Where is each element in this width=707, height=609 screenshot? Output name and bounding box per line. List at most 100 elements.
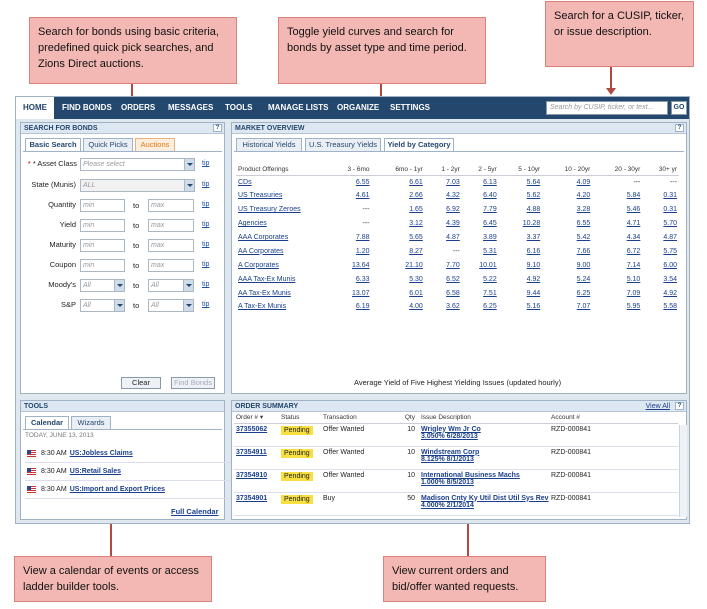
yield-link[interactable]: 6.55 [328,175,372,189]
yield-link[interactable]: 5.65 [372,231,425,245]
yield-link[interactable]: 4.87 [425,231,462,245]
yield-link[interactable]: 4.20 [542,189,592,203]
yield-max-input[interactable]: max [148,219,194,232]
yield-link[interactable]: 3.12 [372,217,425,231]
tip-link[interactable]: tip [202,301,209,308]
order-number-link[interactable]: 37354901 [236,495,267,502]
tip-link[interactable]: tip [202,221,209,228]
yield-link[interactable]: 5.70 [642,217,679,231]
issue-description-link[interactable]: International Business Machs [421,472,520,479]
clear-button[interactable]: Clear [121,377,161,389]
coupon-max-input[interactable]: max [148,259,194,272]
yield-link[interactable]: 13.07 [328,286,372,300]
yield-link[interactable]: 6.01 [372,286,425,300]
yield-link[interactable]: 1.65 [372,203,425,217]
help-icon[interactable]: ? [213,124,222,132]
issue-description-link[interactable]: Windstream Corp [421,449,479,456]
asset-class-select[interactable]: Please select [80,158,195,171]
yield-link[interactable]: 5.75 [642,244,679,258]
event-link[interactable]: US:Jobless Claims [70,450,133,457]
yield-link[interactable]: 7.70 [425,258,462,272]
yield-link[interactable]: 4.09 [542,175,592,189]
yield-link[interactable]: 9.10 [499,258,543,272]
yield-link[interactable]: 5.64 [499,175,543,189]
yield-link[interactable]: 10.01 [462,258,499,272]
yield-link[interactable]: 4.87 [642,231,679,245]
sp-min-select[interactable]: All [80,299,125,312]
yield-link[interactable]: 2.66 [372,189,425,203]
full-calendar-link[interactable]: Full Calendar [171,507,219,516]
product-offering-link[interactable]: US Treasuries [236,189,328,203]
yield-link[interactable]: 6.55 [542,217,592,231]
product-offering-link[interactable]: AAA Tax-Ex Munis [236,272,328,286]
yield-link[interactable]: 9.00 [542,258,592,272]
yield-link[interactable]: 0.31 [642,203,679,217]
yield-link[interactable]: 3.89 [462,231,499,245]
yield-link[interactable]: 5.84 [592,189,642,203]
yield-link[interactable]: 6.40 [462,189,499,203]
tab-auctions[interactable]: Auctions [135,138,175,151]
yield-link[interactable]: 3.37 [499,231,543,245]
nav-tab-orders[interactable]: ORDERS [121,97,155,119]
yield-link[interactable]: 5.58 [642,300,679,314]
coupon-min-input[interactable]: min [80,259,125,272]
tab-wizards[interactable]: Wizards [71,416,111,429]
cusip-search-input[interactable]: Search by CUSIP, ticker, or text... [546,101,668,115]
nav-tab-home[interactable]: HOME [16,97,54,119]
tab-calendar[interactable]: Calendar [25,416,69,429]
yield-link[interactable]: 5.62 [499,189,543,203]
yield-min-input[interactable]: min [80,219,125,232]
product-offering-link[interactable]: A Corporates [236,258,328,272]
moodys-max-select[interactable]: All [148,279,194,292]
find-bonds-button[interactable]: Find Bonds [171,377,215,389]
yield-link[interactable]: 7.79 [462,203,499,217]
yield-link[interactable]: 13.64 [328,258,372,272]
yield-link[interactable]: 5.46 [592,203,642,217]
product-offering-link[interactable]: AA Corporates [236,244,328,258]
yield-link[interactable]: 6.33 [328,272,372,286]
go-button[interactable]: GO [671,101,687,115]
yield-link[interactable]: 4.92 [499,272,543,286]
yield-link[interactable]: 6.92 [425,203,462,217]
nav-tab-manage-lists[interactable]: MANAGE LISTS [268,97,328,119]
yield-link[interactable]: 7.07 [542,300,592,314]
yield-link[interactable]: 5.22 [462,272,499,286]
nav-tab-organize[interactable]: ORGANIZE [337,97,379,119]
order-number-link[interactable]: 37355062 [236,426,267,433]
tip-link[interactable]: tip [202,201,209,208]
issue-terms-link[interactable]: 8.125% 8/1/2013 [421,456,474,463]
tab-quick-picks[interactable]: Quick Picks [83,138,133,151]
column-header-order[interactable]: Order # ▾ [234,412,279,424]
product-offering-link[interactable]: CDs [236,175,328,189]
yield-link[interactable]: 6.25 [542,286,592,300]
yield-link[interactable]: 4.61 [328,189,372,203]
yield-link[interactable]: 4.88 [499,203,543,217]
yield-link[interactable]: 7.03 [425,175,462,189]
yield-link[interactable]: 1.20 [328,244,372,258]
scrollbar[interactable] [679,425,687,517]
yield-link[interactable]: 8.27 [372,244,425,258]
yield-link[interactable]: 9.44 [499,286,543,300]
maturity-max-input[interactable]: max [148,239,194,252]
yield-link[interactable]: 6.19 [328,300,372,314]
yield-link[interactable]: 6.13 [462,175,499,189]
yield-link[interactable]: 7.51 [462,286,499,300]
yield-link[interactable]: 5.24 [542,272,592,286]
yield-link[interactable]: 10.28 [499,217,543,231]
yield-link[interactable]: 5.95 [592,300,642,314]
maturity-min-input[interactable]: min [80,239,125,252]
yield-link[interactable]: 3.54 [642,272,679,286]
yield-link[interactable]: 4.71 [592,217,642,231]
tab-basic-search[interactable]: Basic Search [25,138,81,151]
yield-link[interactable]: 4.39 [425,217,462,231]
yield-link[interactable]: 6.61 [372,175,425,189]
yield-link[interactable]: 7.14 [592,258,642,272]
yield-link[interactable]: 21.10 [372,258,425,272]
issue-description-link[interactable]: Madison Cnty Ky Util Dist Util Sys Rev [421,495,549,502]
yield-link[interactable]: 7.66 [542,244,592,258]
sp-max-select[interactable]: All [148,299,194,312]
nav-tab-find-bonds[interactable]: FIND BONDS [62,97,112,119]
product-offering-link[interactable]: US Treasury Zeroes [236,203,328,217]
yield-link[interactable]: 7.88 [328,231,372,245]
yield-link[interactable]: 5.31 [462,244,499,258]
